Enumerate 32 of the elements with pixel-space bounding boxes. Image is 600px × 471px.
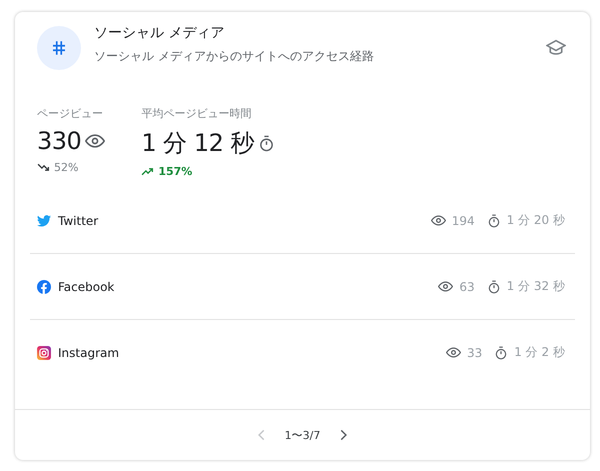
card-title: ソーシャル メディア	[94, 24, 226, 42]
eye-icon	[438, 279, 454, 294]
camera-icon	[37, 346, 51, 360]
card-subtitle: ソーシャル メディアからのサイトへのアクセス経路	[94, 48, 375, 64]
stopwatch-icon	[258, 134, 276, 152]
page-range: 1〜3/7	[284, 428, 320, 442]
metric-label: ページビュー	[37, 106, 104, 121]
trend-up-icon	[141, 165, 154, 178]
time-value: 1 分 32 秒	[506, 278, 565, 295]
stopwatch-icon	[494, 346, 508, 360]
source-name: Facebook	[58, 280, 116, 294]
metric-label: 平均ページビュー時間	[141, 106, 252, 121]
time-value: 1 分 2 秒	[514, 344, 565, 361]
time-value: 1 分 20 秒	[506, 212, 565, 229]
views-count: 63	[459, 280, 475, 294]
facebook-icon	[37, 280, 51, 294]
metric-value: 1 分 12 秒	[141, 128, 254, 159]
metric-value: 330	[37, 127, 82, 155]
bird-icon	[37, 214, 51, 226]
trend-down-icon	[37, 161, 50, 174]
views-count: 33	[467, 346, 482, 360]
graduation-cap-icon[interactable]	[546, 39, 566, 57]
stopwatch-icon	[486, 280, 501, 294]
stopwatch-icon	[486, 214, 501, 228]
source-name: Instagram	[58, 346, 120, 360]
eye-icon	[446, 345, 461, 360]
metric-change: 157%	[158, 165, 192, 178]
source-name: Twitter	[58, 214, 100, 228]
hashtag-icon	[37, 26, 81, 70]
metric-change: 52%	[54, 161, 78, 174]
eye-icon	[430, 213, 446, 228]
views-count: 194	[452, 214, 475, 228]
